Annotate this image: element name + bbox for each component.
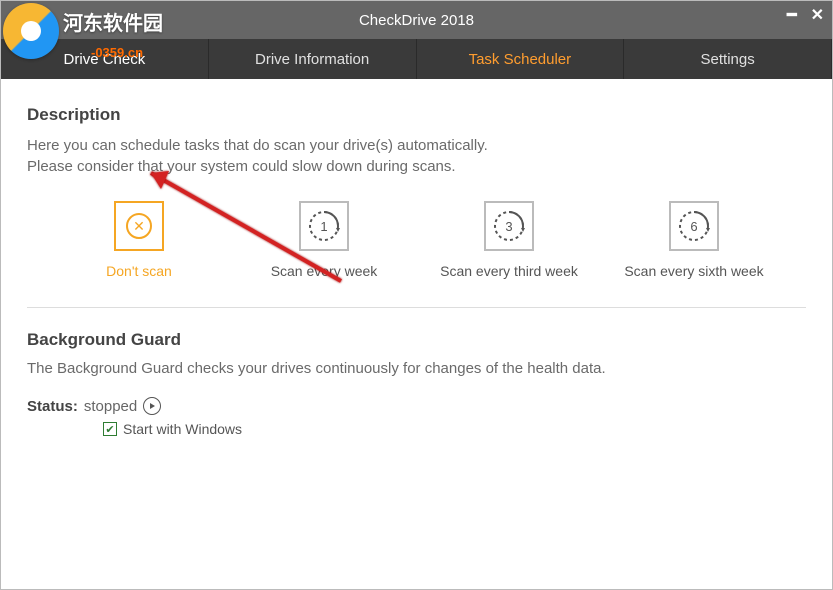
- tab-task-scheduler[interactable]: Task Scheduler: [417, 39, 625, 79]
- description-line1: Here you can schedule tasks that do scan…: [27, 137, 488, 154]
- svg-text:1: 1: [320, 219, 327, 234]
- option-box-every-sixth-week: 6: [669, 201, 719, 251]
- description-line2: Please consider that your system could s…: [27, 158, 456, 175]
- status-value: stopped: [84, 398, 137, 415]
- svg-text:3: 3: [505, 219, 512, 234]
- background-guard-section: Background Guard The Background Guard ch…: [27, 308, 806, 437]
- cycle-3-icon: 3: [491, 208, 527, 244]
- checkbox-icon: ✔: [103, 422, 117, 436]
- status-row: Status: stopped: [27, 397, 806, 415]
- minimize-icon[interactable]: ━: [787, 5, 797, 25]
- description-text: Here you can schedule tasks that do scan…: [27, 135, 806, 177]
- option-every-week[interactable]: 1 Scan every week: [244, 201, 404, 279]
- background-guard-desc: The Background Guard checks your drives …: [27, 360, 806, 377]
- status-label: Status:: [27, 398, 78, 415]
- cycle-1-icon: 1: [306, 208, 342, 244]
- start-with-windows-row[interactable]: ✔ Start with Windows: [103, 421, 806, 437]
- tab-settings[interactable]: Settings: [624, 39, 832, 79]
- x-circle-icon: ✕: [126, 213, 152, 239]
- svg-text:6: 6: [690, 219, 697, 234]
- window-title: CheckDrive 2018: [359, 12, 474, 29]
- app-logo: [1, 1, 61, 61]
- branding-url: -0359.cn: [91, 45, 143, 60]
- option-label-every-sixth-week: Scan every sixth week: [624, 263, 763, 279]
- tab-drive-information[interactable]: Drive Information: [209, 39, 417, 79]
- option-every-sixth-week[interactable]: 6 Scan every sixth week: [614, 201, 774, 279]
- option-label-every-week: Scan every week: [271, 263, 378, 279]
- start-with-windows-label: Start with Windows: [123, 421, 242, 437]
- option-label-every-third-week: Scan every third week: [440, 263, 578, 279]
- description-title: Description: [27, 105, 806, 125]
- title-bar: 河东软件园 -0359.cn CheckDrive 2018 ━ ✕: [1, 1, 832, 39]
- branding-name: 河东软件园: [63, 7, 163, 36]
- option-box-every-third-week: 3: [484, 201, 534, 251]
- option-dont-scan[interactable]: ✕ Don't scan: [59, 201, 219, 279]
- close-icon[interactable]: ✕: [811, 5, 824, 25]
- scan-options: ✕ Don't scan 1 Scan every week 3 Scan ev…: [27, 201, 806, 308]
- play-icon[interactable]: [143, 397, 161, 415]
- option-label-dont-scan: Don't scan: [106, 263, 172, 279]
- cycle-6-icon: 6: [676, 208, 712, 244]
- main-content: Description Here you can schedule tasks …: [1, 79, 832, 437]
- option-every-third-week[interactable]: 3 Scan every third week: [429, 201, 589, 279]
- background-guard-title: Background Guard: [27, 330, 806, 350]
- option-box-every-week: 1: [299, 201, 349, 251]
- option-box-dont-scan: ✕: [114, 201, 164, 251]
